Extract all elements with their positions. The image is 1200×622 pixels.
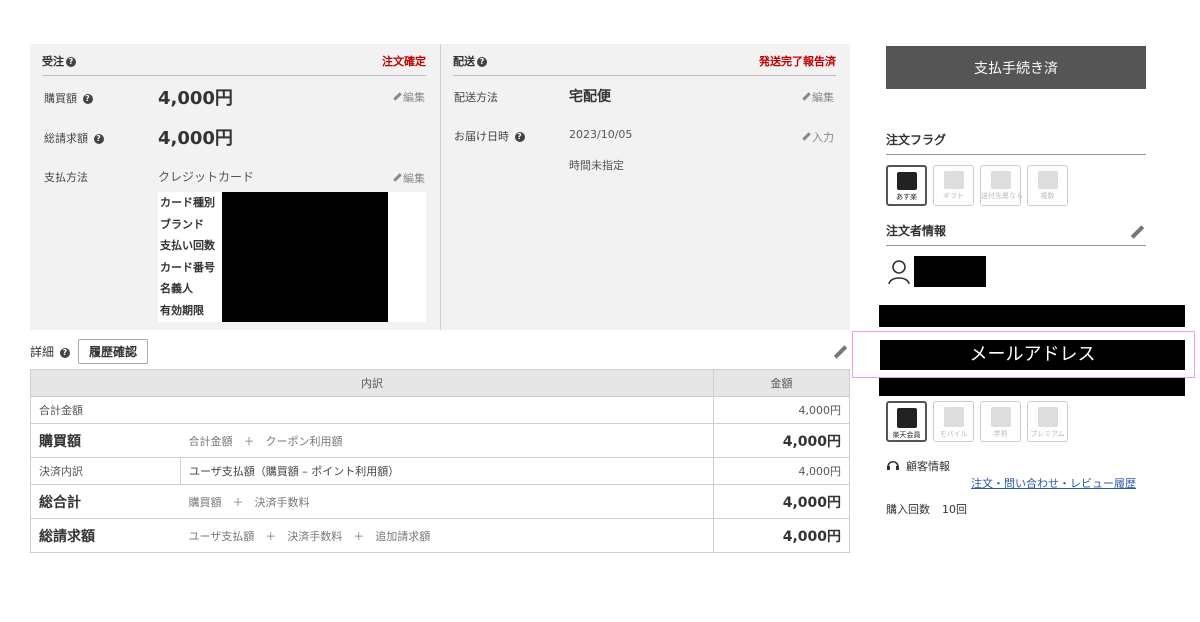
flag-different-address[interactable]: 送付先異なる (980, 165, 1023, 206)
flag-asuraku[interactable]: あす楽 (886, 165, 927, 206)
table-row: 総合計 購買額 ＋ 決済手数料 4,000円 (30, 484, 850, 519)
multiple-icon (1037, 171, 1058, 189)
help-icon[interactable]: ? (66, 57, 76, 67)
pencil-icon (392, 173, 401, 182)
purchase-label: 購買額 ? (44, 90, 93, 106)
shipping-status: 発送完了報告済 (759, 55, 836, 68)
pencil-icon (801, 92, 810, 101)
row-description: 購買額 ＋ 決済手数料 (180, 484, 714, 519)
card-details: カード種別 ブランド 支払い回数 カード番号 名義人 有効期限 (158, 192, 426, 322)
row-label: 決済内訳 (30, 457, 181, 485)
edit-purchase-button[interactable]: 編集 (392, 89, 425, 105)
column-header-amount: 金額 (713, 369, 850, 397)
headset-icon (887, 460, 899, 470)
card-brand-label: ブランド (160, 218, 204, 231)
people-icon (990, 171, 1011, 189)
row-description: 合計金額 ＋ クーポン利用額 (180, 423, 714, 458)
edit-orderer-icon[interactable] (1129, 224, 1145, 240)
purchase-count-value: 10回 (942, 503, 967, 516)
card-expiry-label: 有効期限 (160, 304, 204, 317)
shipping-panel: 配送? 発送完了報告済 配送方法 宅配便 編集 お届け日時 ? 2023/10/… (441, 44, 850, 330)
redacted-card-info (222, 192, 388, 322)
column-header-breakdown: 内訳 (30, 369, 714, 397)
help-icon[interactable]: ? (477, 57, 487, 67)
badge-student: 学割 (980, 401, 1021, 442)
card-installments-label: 支払い回数 (160, 239, 215, 252)
help-icon[interactable]: ? (93, 134, 104, 144)
edit-details-icon[interactable] (832, 344, 848, 360)
flag-multiple[interactable]: 複数 (1027, 165, 1068, 206)
order-panel-header: 受注? 注文確定 (42, 44, 426, 76)
total-value: 4,000円 (158, 128, 233, 149)
total-label: 総請求額 ? (44, 130, 104, 146)
order-status: 注文確定 (382, 55, 426, 68)
edit-payment-button[interactable]: 編集 (392, 170, 425, 186)
pencil-icon (801, 132, 810, 141)
edit-shipping-button[interactable]: 編集 (801, 89, 834, 105)
row-amount: 4,000円 (713, 484, 850, 519)
table-header-row: 内訳 金額 (30, 369, 850, 397)
member-icon (896, 408, 917, 428)
orderer-info-title: 注文者情報 (886, 222, 1146, 246)
payment-value: クレジットカード (158, 170, 255, 184)
purchase-value: 4,000円 (158, 88, 233, 109)
table-row: 決済内訳 ユーザ支払額（購買額 – ポイント利用額） 4,000円 (30, 457, 850, 485)
row-label: 総請求額 (30, 518, 181, 553)
order-flags-title: 注文フラグ (886, 131, 1146, 155)
payment-complete-button[interactable]: 支払手続き済 (886, 46, 1146, 89)
pencil-icon (392, 92, 401, 101)
card-holder-label: 名義人 (160, 282, 193, 295)
flag-gift[interactable]: ギフト (933, 165, 974, 206)
shipping-method-label: 配送方法 (454, 91, 498, 104)
box-icon (896, 172, 917, 190)
email-address: メールアドレス (880, 340, 1185, 370)
redacted-info (879, 378, 1185, 396)
badge-mobile: モバイル (933, 401, 974, 442)
medal-icon (1037, 407, 1058, 427)
details-table: 内訳 金額 合計金額 4,000円 購買額 合計金額 ＋ クーポン利用額 4,0… (30, 369, 850, 553)
graduation-cap-icon (990, 407, 1011, 427)
row-label: 総合計 (30, 484, 181, 519)
input-delivery-button[interactable]: 入力 (801, 129, 834, 145)
order-panel: 受注? 注文確定 購買額 ? 4,000円 編集 総請求額 ? 4,000円 支… (30, 44, 440, 330)
table-row: 合計金額 4,000円 (30, 396, 850, 424)
redacted-name (914, 256, 986, 287)
row-amount: 4,000円 (713, 518, 850, 553)
row-amount: 4,000円 (713, 423, 850, 458)
shipping-panel-title: 配送 (453, 55, 475, 68)
row-description: ユーザ支払額 ＋ 決済手数料 ＋ 追加請求額 (180, 518, 714, 553)
table-row: 総請求額 ユーザ支払額 ＋ 決済手数料 ＋ 追加請求額 4,000円 (30, 518, 850, 553)
mobile-icon (943, 407, 964, 427)
row-label: 購買額 (30, 423, 181, 458)
row-amount: 4,000円 (713, 457, 850, 485)
card-number-label: カード番号 (160, 261, 215, 274)
badge-premium: プレミアム (1027, 401, 1068, 442)
shipping-panel-header: 配送? 発送完了報告済 (453, 44, 836, 76)
gift-icon (943, 171, 964, 189)
row-amount: 4,000円 (713, 396, 850, 424)
shipping-method-value: 宅配便 (569, 89, 611, 105)
customer-info-label: 顧客情報 (906, 460, 950, 473)
row-label: 合計金額 (30, 396, 714, 424)
person-icon (888, 260, 910, 285)
help-icon[interactable]: ? (82, 94, 93, 104)
order-panel-title: 受注 (42, 55, 64, 68)
order-history-link[interactable]: 注文・問い合わせ・レビュー履歴 (971, 475, 1136, 491)
row-description: ユーザ支払額（購買額 – ポイント利用額） (180, 457, 714, 485)
delivery-date-value: 2023/10/05 (569, 128, 633, 141)
purchase-count-label: 購入回数 (886, 503, 930, 516)
help-icon[interactable]: ? (514, 132, 525, 142)
card-type-label: カード種別 (160, 196, 215, 209)
badge-rakuten-member: 楽天会員 (886, 401, 927, 442)
details-title: 詳細 ? (30, 343, 70, 360)
help-icon[interactable]: ? (59, 347, 70, 358)
history-button[interactable]: 履歴確認 (78, 339, 148, 364)
delivery-time-value: 時間未指定 (569, 159, 624, 172)
redacted-info (879, 305, 1185, 327)
delivery-date-label: お届け日時 ? (454, 128, 525, 144)
table-row: 購買額 合計金額 ＋ クーポン利用額 4,000円 (30, 423, 850, 458)
payment-label: 支払方法 (44, 171, 88, 184)
